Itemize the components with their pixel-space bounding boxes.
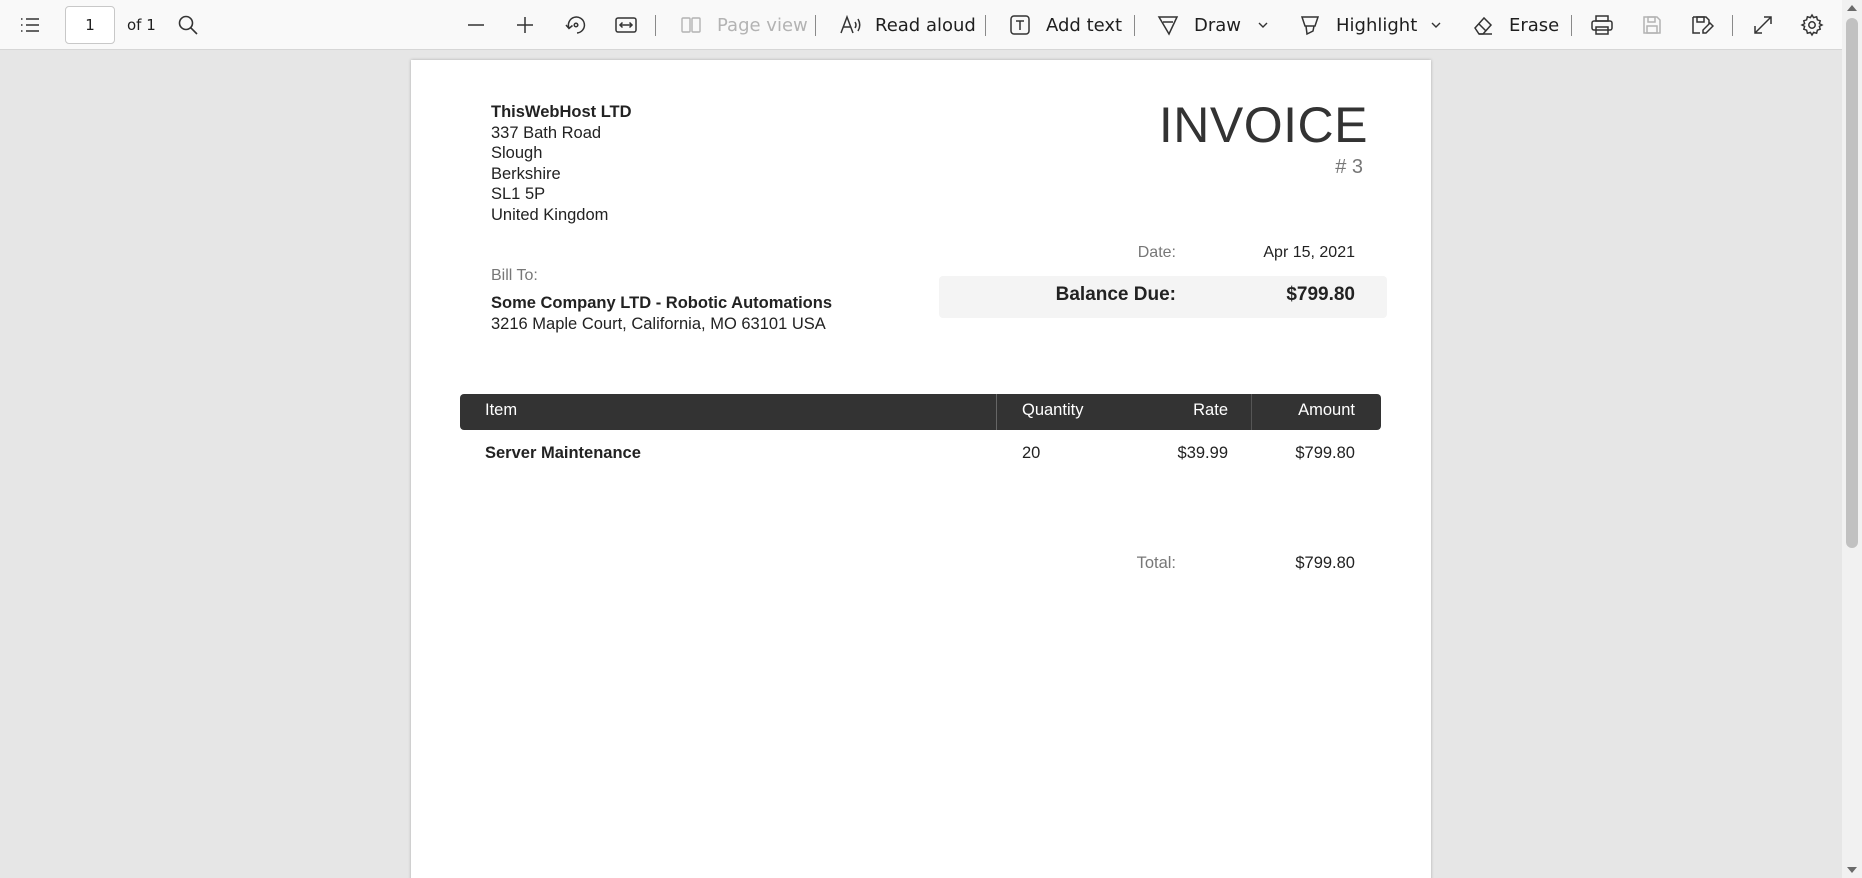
add-text-label: Add text [1046, 14, 1123, 36]
draw-label: Draw [1194, 14, 1242, 36]
save-as-icon [1690, 14, 1714, 36]
sender-address-line: 337 Bath Road [491, 123, 602, 142]
column-header-quantity: Quantity [1022, 401, 1084, 419]
zoom-in-button[interactable] [514, 0, 536, 50]
print-button[interactable] [1590, 0, 1614, 50]
toolbar-separator [1134, 15, 1135, 36]
fit-width-button[interactable] [614, 0, 638, 50]
add-text-button[interactable]: Add text [1009, 0, 1122, 50]
rotate-icon [564, 13, 588, 37]
draw-button[interactable]: Draw [1157, 0, 1241, 50]
fullscreen-button[interactable] [1752, 0, 1774, 50]
highlight-icon [1299, 14, 1321, 36]
zoom-in-icon [514, 14, 536, 36]
highlight-button[interactable]: Highlight [1299, 0, 1417, 50]
pdf-toolbar: of 1 [0, 0, 1842, 50]
total-value: $799.80 [1295, 554, 1355, 572]
column-header-item: Item [485, 401, 518, 419]
read-aloud-icon [839, 14, 863, 36]
pdf-page: ThisWebHost LTD 337 Bath Road Slough Ber… [411, 60, 1431, 878]
fit-width-icon [614, 14, 638, 36]
page-view-icon [680, 14, 702, 36]
page-view-label: Page view [717, 14, 808, 36]
contents-button[interactable] [19, 0, 41, 50]
bill-to-name: Some Company LTD - Robotic Automations [491, 294, 832, 312]
settings-icon [1800, 13, 1824, 37]
column-header-rate: Rate [1193, 401, 1228, 419]
header-divider [1251, 394, 1252, 430]
rotate-button[interactable] [564, 0, 588, 50]
bill-to-label: Bill To: [491, 267, 538, 284]
sender-address-line: United Kingdom [491, 205, 609, 224]
save-icon [1641, 14, 1663, 36]
add-text-icon [1009, 14, 1031, 36]
page-view-button[interactable]: Page view [680, 0, 808, 50]
read-aloud-label: Read aloud [875, 14, 976, 36]
sender-address-line: Berkshire [491, 164, 561, 183]
line-item-quantity: 20 [1022, 444, 1041, 462]
scrollbar-thumb[interactable] [1846, 18, 1858, 548]
contents-icon [19, 14, 41, 36]
sender-address-line: SL1 5P [491, 185, 546, 203]
fullscreen-icon [1752, 14, 1774, 36]
invoice-date: Apr 15, 2021 [1263, 244, 1355, 261]
zoom-out-icon [465, 14, 487, 36]
total-label: Total: [1136, 554, 1176, 572]
items-table-header: Item Quantity Rate Amount [460, 394, 1381, 430]
invoice-number: # 3 [1335, 156, 1363, 178]
invoice-title: INVOICE [1158, 97, 1368, 153]
settings-button[interactable] [1800, 0, 1824, 50]
sender-address: ThisWebHost LTD 337 Bath Road Slough Ber… [491, 102, 632, 225]
toolbar-separator [985, 15, 986, 36]
line-item-rate: $39.99 [1177, 444, 1228, 462]
draw-icon [1157, 14, 1179, 36]
vertical-scrollbar[interactable] [1842, 0, 1862, 878]
toolbar-separator [655, 15, 656, 36]
search-icon [177, 14, 199, 36]
erase-label: Erase [1509, 14, 1560, 36]
read-aloud-button[interactable]: Read aloud [839, 0, 976, 50]
highlight-options-dropdown[interactable] [1429, 0, 1443, 50]
save-as-button[interactable] [1690, 0, 1714, 50]
page-number-input[interactable] [65, 6, 115, 44]
draw-options-dropdown[interactable] [1256, 0, 1270, 50]
save-button[interactable] [1641, 0, 1663, 50]
date-label: Date: [1137, 244, 1176, 261]
chevron-down-icon [1429, 18, 1443, 32]
scroll-down-arrow-icon[interactable] [1847, 867, 1857, 873]
scroll-up-arrow-icon[interactable] [1847, 5, 1857, 11]
bill-to-address: 3216 Maple Court, California, MO 63101 U… [491, 315, 826, 333]
page-count-label: of 1 [127, 16, 156, 34]
line-item-amount: $799.80 [1295, 444, 1355, 462]
toolbar-separator [815, 15, 816, 36]
highlight-label: Highlight [1336, 14, 1418, 36]
balance-due-value: $799.80 [1286, 284, 1355, 305]
toolbar-separator [1571, 15, 1572, 36]
search-button[interactable] [177, 0, 199, 50]
header-divider [996, 394, 997, 430]
toolbar-separator [1732, 15, 1733, 36]
print-icon [1590, 14, 1614, 36]
column-header-amount: Amount [1298, 401, 1355, 419]
zoom-out-button[interactable] [465, 0, 487, 50]
sender-company-name: ThisWebHost LTD [491, 103, 632, 121]
erase-button[interactable]: Erase [1472, 0, 1559, 50]
line-item-name: Server Maintenance [485, 444, 641, 462]
balance-due-label: Balance Due: [1055, 284, 1176, 305]
chevron-down-icon [1256, 18, 1270, 32]
sender-address-line: Slough [491, 144, 543, 162]
erase-icon [1472, 14, 1494, 36]
